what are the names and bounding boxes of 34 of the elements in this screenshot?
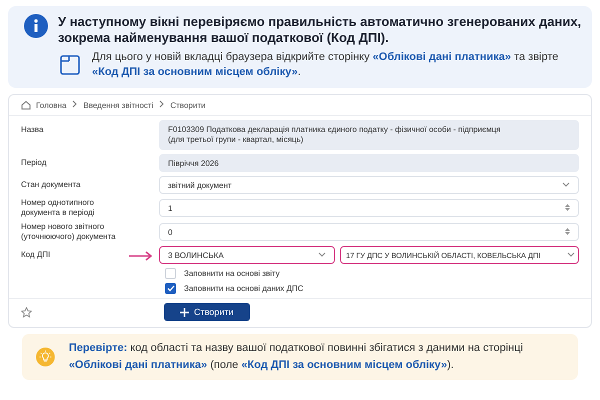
field-label: Період [21, 158, 48, 168]
readonly-field[interactable]: F0103309 Податкова декларація платника єдиного податку - фізичної особи - підприємця (для третьої групи - квартал, місяць) [159, 120, 579, 150]
field-label: Код ДПІ [21, 250, 52, 260]
chevron-icon [562, 180, 570, 190]
number-field[interactable]: 1 [159, 199, 579, 217]
chevron-icon [158, 100, 166, 110]
tip-text: Перевірте: код області та назву вашої податкової повинні збігатися з даними на сторінці «Облікові дані платника» (поле «Код ДПІ за основним місцем обліку»). [68, 341, 524, 373]
readonly-field[interactable]: Півріччя 2026 [159, 154, 579, 172]
plus-icon [180, 308, 189, 316]
home-icon[interactable] [21, 100, 31, 110]
chevron-icon [71, 100, 78, 110]
banner-title: У наступному вікні перевіряємо правильність автоматично згенерованих даних, зокрема найменування вашої податкової (Код ДПІ). [58, 14, 582, 46]
field-label: Назва [21, 124, 44, 135]
field-label: Номер нового звітного (уточнюючого) документа [21, 222, 117, 242]
select-field[interactable]: 3 ВОЛИНСЬКА [159, 246, 335, 264]
star-icon[interactable] [21, 306, 32, 318]
spinner-icon[interactable] [565, 204, 570, 212]
number-field[interactable]: 0 [159, 223, 579, 241]
create-button[interactable]: Створити [164, 303, 250, 321]
field-label: Стан документа [21, 180, 82, 190]
chevron-icon [318, 250, 326, 260]
spinner-icon[interactable] [565, 228, 570, 236]
checkbox-label[interactable]: Заповнити на основі звіту [184, 269, 280, 278]
field-label: Номер однотипного документа в періоді [21, 198, 96, 218]
checkbox-label[interactable]: Заповнити на основі даних ДПС [184, 284, 304, 293]
breadcrumb-link[interactable]: Введення звітності [83, 100, 154, 110]
info-icon [24, 14, 48, 38]
breadcrumb-link[interactable]: Створити [170, 100, 206, 110]
banner-text: Для цього у новій вкладці браузера відкрийте сторінку «Облікові дані платника» та звірте «Код ДПІ за основним місцем обліку». [92, 50, 560, 80]
select-field[interactable]: звітний документ [159, 176, 579, 194]
checkbox[interactable] [165, 283, 176, 294]
breadcrumb-link[interactable]: Головна [36, 100, 66, 110]
window-icon [60, 55, 80, 75]
chevron-icon [567, 250, 575, 260]
